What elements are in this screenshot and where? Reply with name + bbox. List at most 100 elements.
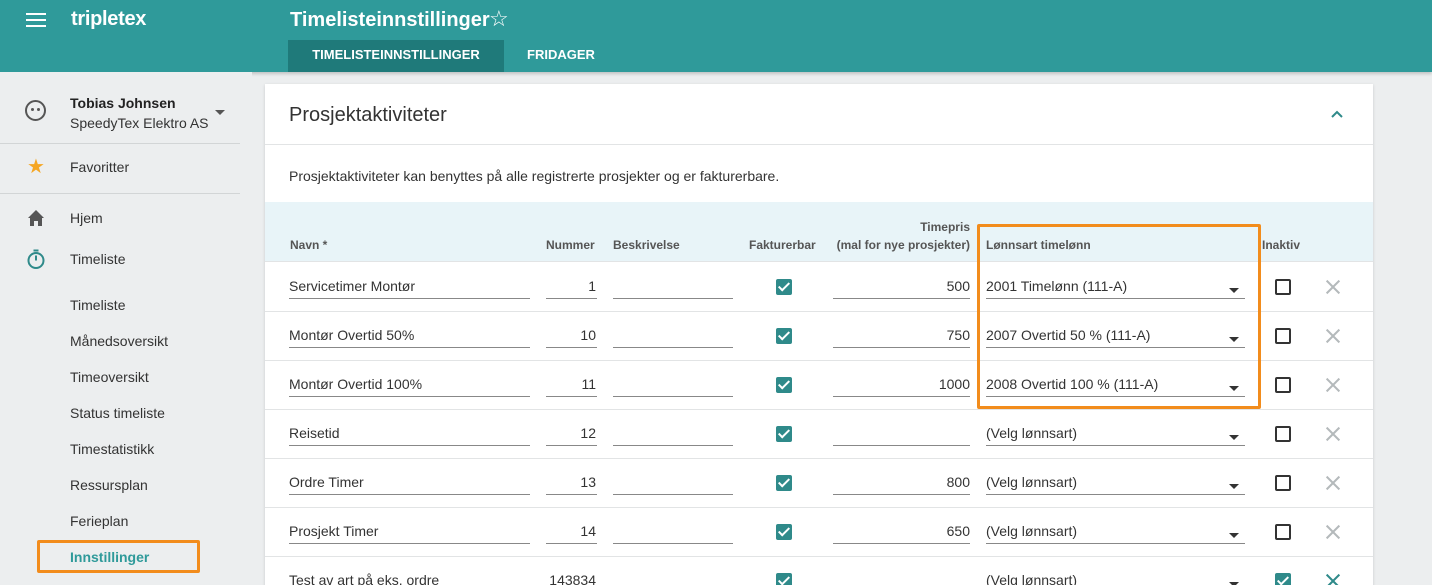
sidebar-subitem-ressursplan[interactable]: Ressursplan	[70, 477, 148, 493]
tab-timelisteinnstillinger[interactable]: TIMELISTEINNSTILLINGER	[288, 40, 504, 72]
chevron-up-icon[interactable]	[1327, 104, 1347, 124]
price-input[interactable]: 750	[833, 322, 970, 348]
page-title: Timelisteinnstillinger	[290, 9, 490, 31]
col-header-description[interactable]: Beskrivelse	[613, 238, 680, 252]
sidebar-item-label: Favoritter	[70, 159, 130, 175]
price-input[interactable]	[833, 420, 970, 446]
price-input[interactable]: 500	[833, 273, 970, 299]
number-input[interactable]: 12	[546, 420, 597, 446]
number-input[interactable]: 14	[546, 518, 597, 544]
sidebar-subitem-innstillinger[interactable]: Innstillinger	[70, 549, 149, 565]
delete-icon[interactable]	[1325, 524, 1341, 540]
inactive-checkbox[interactable]	[1275, 279, 1291, 295]
description-input[interactable]	[613, 273, 733, 299]
sidebar-item-favorites[interactable]: ★ Favoritter	[0, 152, 240, 182]
name-input[interactable]: Montør Overtid 50%	[289, 322, 530, 348]
number-input[interactable]: 10	[546, 322, 597, 348]
delete-icon[interactable]	[1325, 279, 1341, 295]
col-header-name[interactable]: Navn *	[290, 238, 327, 252]
billable-checkbox[interactable]	[776, 475, 792, 491]
table-row: Reisetid 12 (Velg lønnsart)	[265, 410, 1373, 459]
wage-type-value: (Velg lønnsart)	[986, 425, 1078, 441]
description-input[interactable]	[613, 518, 733, 544]
billable-checkbox[interactable]	[776, 279, 792, 295]
sidebar-subitem-timestatistikk[interactable]: Timestatistikk	[70, 441, 154, 457]
avatar-icon	[25, 100, 46, 121]
user-company: SpeedyTex Elektro AS	[70, 115, 209, 131]
table-row: Montør Overtid 100% 11 1000 2008 Overtid 10…	[265, 361, 1373, 410]
inactive-checkbox[interactable]	[1275, 377, 1291, 393]
name-input[interactable]: Reisetid	[289, 420, 530, 446]
description-input[interactable]	[613, 371, 733, 397]
col-header-price-sub: (mal for nye prosjekter)	[836, 238, 970, 252]
billable-checkbox[interactable]	[776, 524, 792, 540]
sidebar-subitem-timeoversikt[interactable]: Timeoversikt	[70, 369, 149, 385]
wage-type-select[interactable]: (Velg lønnsart)	[986, 567, 1245, 585]
caret-down-icon	[1229, 484, 1239, 489]
wage-type-select[interactable]: (Velg lønnsart)	[986, 518, 1245, 544]
name-input[interactable]: Prosjekt Timer	[289, 518, 530, 544]
inactive-checkbox[interactable]	[1275, 426, 1291, 442]
billable-checkbox[interactable]	[776, 328, 792, 344]
sidebar-subitem-ferieplan[interactable]: Ferieplan	[70, 513, 128, 529]
description-input[interactable]	[613, 469, 733, 495]
divider	[265, 144, 1373, 145]
wage-type-value: (Velg lønnsart)	[986, 474, 1078, 490]
inactive-checkbox[interactable]	[1275, 573, 1291, 585]
price-input[interactable]	[833, 567, 970, 585]
star-icon: ★	[27, 156, 45, 178]
section-title: Prosjektaktiviteter	[289, 104, 447, 126]
wage-type-value: (Velg lønnsart)	[986, 523, 1078, 539]
user-name: Tobias Johnsen	[70, 95, 176, 111]
number-input[interactable]: 11	[546, 371, 597, 397]
price-input[interactable]: 800	[833, 469, 970, 495]
name-input[interactable]: Ordre Timer	[289, 469, 530, 495]
sidebar-subitem-manedsoversikt[interactable]: Månedsoversikt	[70, 333, 168, 349]
inactive-checkbox[interactable]	[1275, 524, 1291, 540]
price-input[interactable]: 1000	[833, 371, 970, 397]
name-input[interactable]: Montør Overtid 100%	[289, 371, 530, 397]
wage-type-select[interactable]: 2001 Timelønn (111-A)	[986, 273, 1245, 299]
sidebar-divider	[0, 143, 240, 144]
price-input[interactable]: 650	[833, 518, 970, 544]
wage-type-value: 2001 Timelønn (111-A)	[986, 278, 1128, 294]
col-header-number[interactable]: Nummer	[546, 238, 595, 252]
number-input[interactable]: 13	[546, 469, 597, 495]
sidebar-item-timesheet[interactable]: Timeliste	[0, 244, 240, 274]
wage-type-select[interactable]: 2008 Overtid 100 % (111-A)	[986, 371, 1245, 397]
menu-icon[interactable]	[26, 13, 46, 27]
col-header-inactive[interactable]: Inaktiv	[1262, 238, 1300, 252]
wage-type-select[interactable]: (Velg lønnsart)	[986, 469, 1245, 495]
wage-type-value: (Velg lønnsart)	[986, 572, 1078, 585]
delete-icon[interactable]	[1325, 377, 1341, 393]
billable-checkbox[interactable]	[776, 426, 792, 442]
name-input[interactable]: Servicetimer Montør	[289, 273, 530, 299]
sidebar-subitem-status-timeliste[interactable]: Status timeliste	[70, 405, 165, 421]
inactive-checkbox[interactable]	[1275, 475, 1291, 491]
logo[interactable]: tripletex	[71, 8, 146, 31]
delete-icon[interactable]	[1325, 475, 1341, 491]
sidebar: Tobias Johnsen SpeedyTex Elektro AS ★ Fa…	[0, 72, 252, 585]
sidebar-subitem-timeliste[interactable]: Timeliste	[70, 297, 126, 313]
delete-icon[interactable]	[1325, 426, 1341, 442]
wage-type-select[interactable]: (Velg lønnsart)	[986, 420, 1245, 446]
user-menu[interactable]: Tobias Johnsen SpeedyTex Elektro AS	[0, 86, 240, 132]
description-input[interactable]	[613, 322, 733, 348]
billable-checkbox[interactable]	[776, 573, 792, 585]
sidebar-item-home[interactable]: Hjem	[0, 203, 240, 233]
description-input[interactable]	[613, 420, 733, 446]
star-outline-icon[interactable]: ☆	[489, 6, 509, 32]
name-input[interactable]: Test av art på eks. ordre	[289, 567, 530, 585]
number-input[interactable]: 1	[546, 273, 597, 299]
col-header-billable[interactable]: Fakturerbar	[749, 238, 816, 252]
wage-type-select[interactable]: 2007 Overtid 50 % (111-A)	[986, 322, 1245, 348]
delete-icon[interactable]	[1325, 573, 1341, 585]
col-header-wage-type[interactable]: Lønnsart timelønn	[986, 238, 1091, 252]
description-input[interactable]	[613, 567, 733, 585]
col-header-price[interactable]: Timepris	[833, 220, 970, 234]
number-input[interactable]: 143834	[546, 567, 597, 585]
inactive-checkbox[interactable]	[1275, 328, 1291, 344]
delete-icon[interactable]	[1325, 328, 1341, 344]
billable-checkbox[interactable]	[776, 377, 792, 393]
tab-fridager[interactable]: FRIDAGER	[512, 40, 610, 72]
